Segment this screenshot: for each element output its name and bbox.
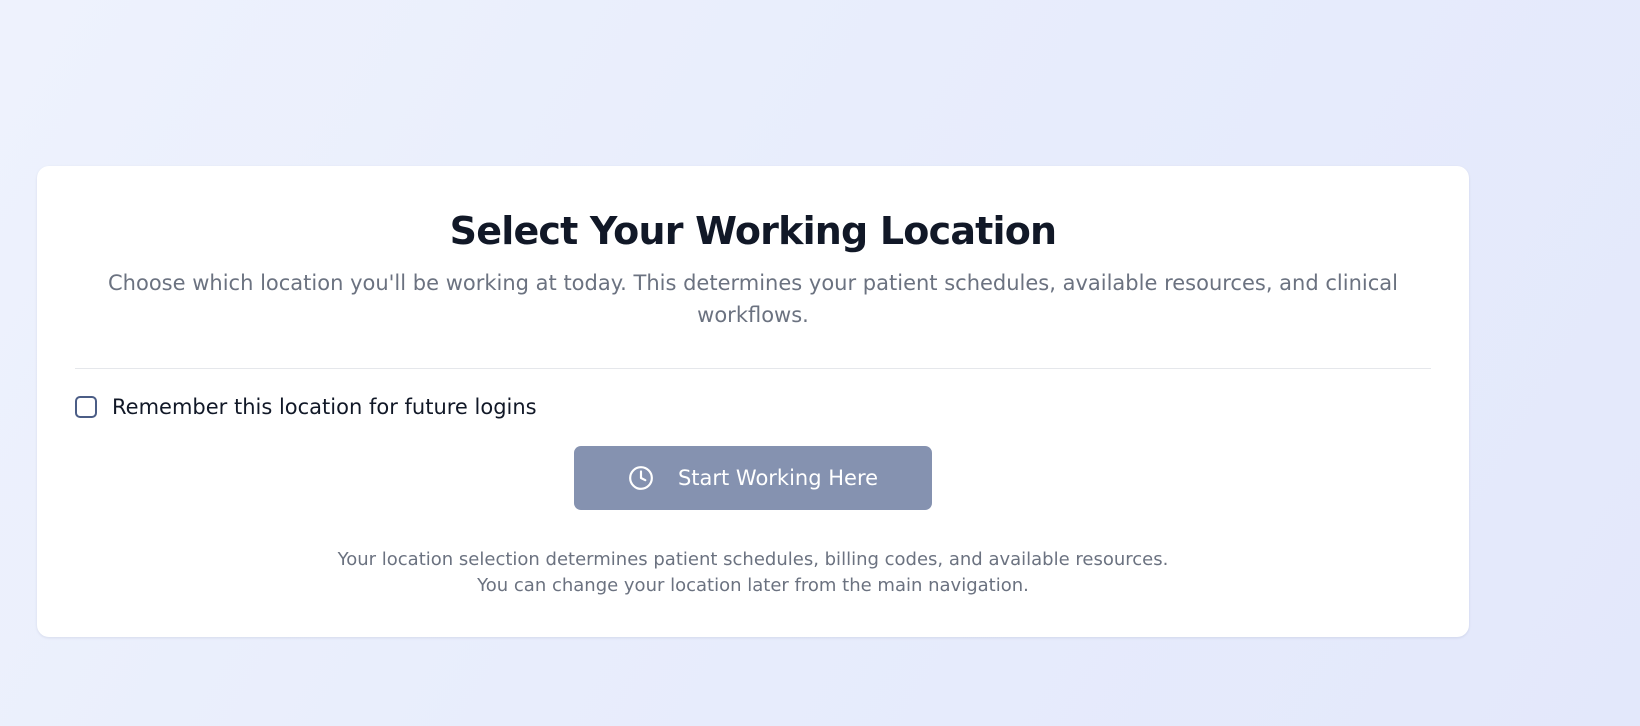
remember-location-label: Remember this location for future logins [112,395,537,419]
remember-location-checkbox[interactable] [75,396,97,418]
clock-icon [628,465,654,491]
location-footnote: Your location selection determines patie… [37,547,1469,599]
start-working-button[interactable]: Start Working Here [574,446,932,510]
footnote-line-1: Your location selection determines patie… [337,549,1169,570]
start-working-button-label: Start Working Here [677,466,879,490]
location-select-card: Select Your Working Location Choose whic… [37,166,1469,637]
section-divider [75,368,1431,369]
remember-location-option[interactable]: Remember this location for future logins [75,393,537,421]
footnote-line-2: You can change your location later from … [477,575,1029,596]
page-title: Select Your Working Location [449,209,1057,253]
page-subtitle: Choose which location you'll be working … [108,271,1398,327]
